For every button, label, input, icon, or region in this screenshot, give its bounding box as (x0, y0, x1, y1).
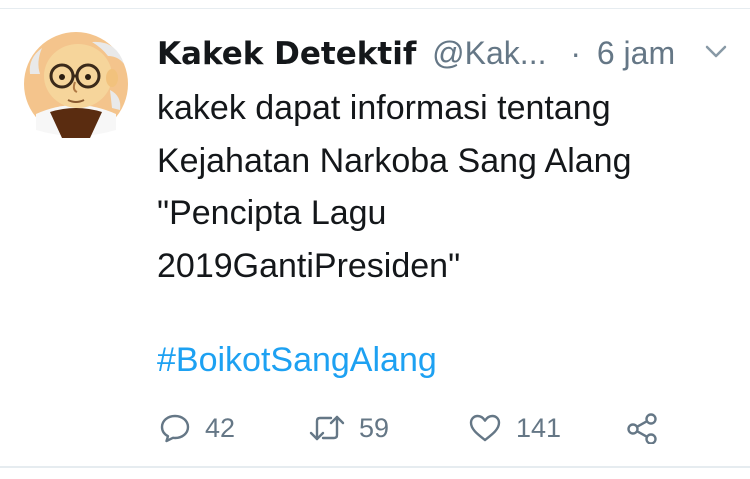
tweet-text-line: kakek dapat informasi tentang (157, 89, 611, 127)
retweet-button[interactable]: 59 (309, 404, 389, 452)
reply-icon (159, 412, 191, 444)
chevron-down-icon[interactable] (705, 44, 727, 58)
tweet-card[interactable]: Kakek Detektif @Kak... · 6 jam kakek dap… (0, 0, 750, 479)
separator-dot: · (570, 35, 581, 71)
heart-icon (468, 412, 502, 444)
tweet-text: kakek dapat informasi tentang Kejahatan … (157, 82, 727, 292)
avatar[interactable] (22, 30, 130, 138)
tweet-header: Kakek Detektif @Kak... · 6 jam (157, 30, 737, 76)
timestamp[interactable]: 6 jam (597, 35, 675, 71)
top-divider (0, 8, 750, 9)
tweet-text-line: Kejahatan Narkoba Sang Alang (157, 141, 632, 180)
share-icon (625, 412, 659, 444)
bottom-divider (0, 466, 750, 468)
action-bar: 42 59 141 (157, 404, 717, 452)
reply-count: 42 (205, 412, 236, 443)
retweet-count: 59 (359, 412, 390, 443)
author-name[interactable]: Kakek Detektif (157, 36, 416, 72)
like-button[interactable]: 141 (468, 404, 561, 452)
like-count: 141 (516, 412, 562, 443)
tweet-text-line: "Pencipta Lagu (157, 194, 387, 232)
author-handle[interactable]: @Kak... (432, 35, 546, 71)
share-button[interactable] (625, 404, 659, 452)
tweet-text-line: 2019GantiPresiden" (157, 246, 461, 285)
hashtag-link[interactable]: #BoikotSangAlang (157, 336, 437, 384)
reply-button[interactable]: 42 (159, 404, 235, 452)
retweet-icon (309, 412, 345, 444)
